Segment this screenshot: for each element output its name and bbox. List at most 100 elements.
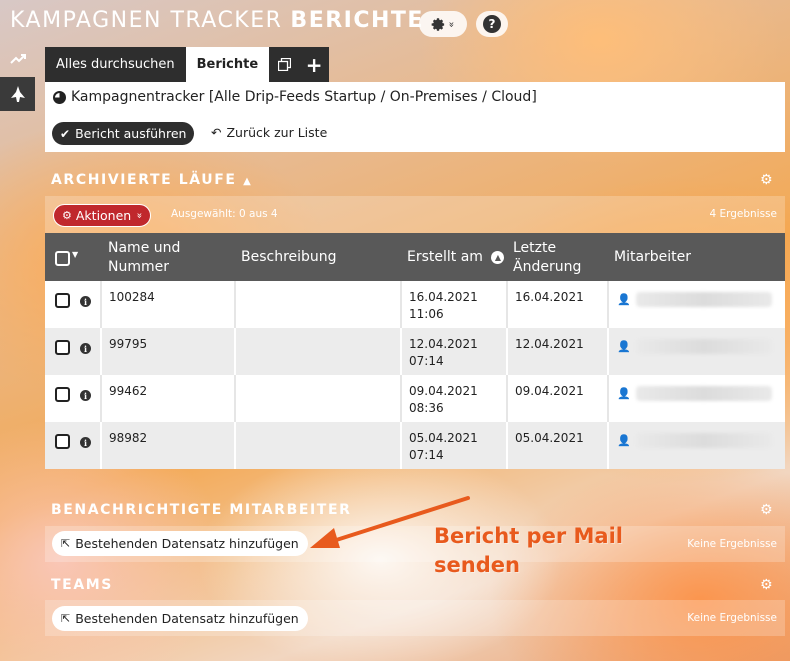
table-row[interactable]: i 99795 12.04.2021 07:14 12.04.2021 👤 bbox=[45, 328, 785, 375]
run-report-button[interactable]: ✔ Bericht ausführen bbox=[52, 122, 195, 145]
report-panel: Kampagnentracker [Alle Drip-Feeds Startu… bbox=[45, 82, 785, 152]
settings-menu-button[interactable]: » bbox=[419, 11, 467, 37]
column-header-modified[interactable]: Letzte Änderung bbox=[513, 239, 603, 277]
cell-employee: 👤 bbox=[607, 375, 785, 422]
tab-search-all[interactable]: Alles durchsuchen bbox=[45, 47, 186, 82]
cell-modified: 05.04.2021 bbox=[506, 422, 607, 469]
info-icon[interactable]: i bbox=[80, 437, 91, 448]
chevron-down-icon: » bbox=[446, 20, 457, 28]
column-header-employee[interactable]: Mitarbeiter bbox=[614, 248, 691, 267]
back-arrow-icon: ↶ bbox=[211, 125, 222, 140]
cell-created: 12.04.2021 07:14 bbox=[400, 328, 506, 375]
person-icon: 👤 bbox=[617, 387, 631, 400]
row-checkbox[interactable] bbox=[55, 340, 70, 355]
cell-number[interactable]: 99462 bbox=[100, 375, 234, 422]
sidebar-item-trend[interactable] bbox=[0, 42, 35, 76]
notified-settings-icon[interactable]: ⚙ bbox=[760, 502, 773, 518]
cell-modified: 09.04.2021 bbox=[506, 375, 607, 422]
external-link-icon: ⇱ bbox=[61, 612, 71, 625]
created-time: 07:14 bbox=[409, 448, 444, 462]
row-checkbox[interactable] bbox=[55, 293, 70, 308]
cell-created: 09.04.2021 08:36 bbox=[400, 375, 506, 422]
archived-runs-title[interactable]: ARCHIVIERTE LÄUFE ▲ bbox=[51, 172, 252, 188]
back-to-list-link[interactable]: ↶ Zurück zur Liste bbox=[211, 125, 327, 140]
column-header-name[interactable]: Name und Nummer bbox=[108, 239, 228, 277]
column-header-description[interactable]: Beschreibung bbox=[241, 248, 337, 267]
cell-created: 16.04.2021 11:06 bbox=[400, 281, 506, 328]
trend-icon bbox=[9, 54, 26, 64]
annotation-text: Bericht per Mail senden bbox=[434, 522, 623, 580]
add-existing-record-label: Bestehenden Datensatz hinzufügen bbox=[75, 536, 299, 551]
cell-number[interactable]: 99795 bbox=[100, 328, 234, 375]
table-header: ▼ Name und Nummer Beschreibung Erstellt … bbox=[45, 233, 785, 281]
teams-toolbar: ⇱ Bestehenden Datensatz hinzufügen Keine… bbox=[45, 600, 785, 636]
teams-settings-icon[interactable]: ⚙ bbox=[760, 577, 773, 593]
cell-description bbox=[234, 328, 400, 375]
redacted-employee-name bbox=[636, 386, 772, 401]
cell-employee: 👤 bbox=[607, 328, 785, 375]
archived-runs-title-text: ARCHIVIERTE LÄUFE bbox=[51, 172, 237, 188]
info-icon[interactable]: i bbox=[80, 343, 91, 354]
cell-employee: 👤 bbox=[607, 422, 785, 469]
teams-title[interactable]: TEAMS bbox=[51, 577, 113, 593]
tab-bar: Alles durchsuchen Berichte + bbox=[45, 47, 330, 82]
report-title-text: Kampagnentracker [Alle Drip-Feeds Startu… bbox=[71, 89, 537, 105]
add-existing-record-button[interactable]: ⇱ Bestehenden Datensatz hinzufügen bbox=[52, 531, 308, 556]
gear-icon: ⚙ bbox=[62, 209, 72, 222]
archived-runs-table: ▼ Name und Nummer Beschreibung Erstellt … bbox=[45, 233, 785, 469]
created-date: 16.04.2021 bbox=[409, 290, 478, 304]
cell-description bbox=[234, 422, 400, 469]
table-row[interactable]: i 98982 05.04.2021 07:14 05.04.2021 👤 bbox=[45, 422, 785, 469]
actions-label: Aktionen bbox=[75, 208, 132, 223]
check-icon: ✔ bbox=[60, 126, 71, 141]
rocket-icon bbox=[10, 86, 25, 102]
notified-results-count: Keine Ergebnisse bbox=[687, 538, 777, 550]
select-menu-caret-icon[interactable]: ▼ bbox=[72, 250, 78, 259]
select-all-checkbox[interactable] bbox=[55, 251, 70, 266]
created-date: 12.04.2021 bbox=[409, 337, 478, 351]
archived-toolbar: ⚙ Aktionen » Ausgewählt: 0 aus 4 4 Ergeb… bbox=[45, 196, 785, 233]
table-row[interactable]: i 100284 16.04.2021 11:06 16.04.2021 👤 bbox=[45, 281, 785, 328]
sidebar-item-rocket[interactable] bbox=[0, 77, 35, 111]
redacted-employee-name bbox=[636, 292, 772, 307]
actions-button[interactable]: ⚙ Aktionen » bbox=[53, 204, 152, 227]
row-checkbox[interactable] bbox=[55, 387, 70, 402]
sort-ascending-icon: ▲ bbox=[491, 250, 505, 264]
teams-results-count: Keine Ergebnisse bbox=[687, 612, 777, 624]
archived-settings-icon[interactable]: ⚙ bbox=[760, 172, 773, 188]
app-title-bold: BERICHTE bbox=[290, 8, 424, 33]
add-existing-team-button[interactable]: ⇱ Bestehenden Datensatz hinzufügen bbox=[52, 606, 308, 631]
cell-number[interactable]: 100284 bbox=[100, 281, 234, 328]
app-title: KAMPAGNEN TRACKER BERICHTE bbox=[10, 8, 424, 33]
redacted-employee-name bbox=[636, 433, 772, 448]
created-date: 05.04.2021 bbox=[409, 431, 478, 445]
redacted-employee-name bbox=[636, 339, 772, 354]
run-report-label: Bericht ausführen bbox=[75, 126, 187, 141]
cell-number[interactable]: 98982 bbox=[100, 422, 234, 469]
column-header-created-label: Erstellt am bbox=[407, 249, 483, 265]
help-button[interactable]: ? bbox=[476, 11, 508, 37]
created-time: 08:36 bbox=[409, 401, 444, 415]
plus-icon: + bbox=[305, 52, 323, 77]
add-tab-button[interactable]: + bbox=[299, 47, 330, 82]
cell-created: 05.04.2021 07:14 bbox=[400, 422, 506, 469]
cell-description bbox=[234, 375, 400, 422]
add-existing-team-label: Bestehenden Datensatz hinzufügen bbox=[75, 611, 299, 626]
archived-results-count: 4 Ergebnisse bbox=[709, 208, 777, 220]
person-icon: 👤 bbox=[617, 434, 631, 447]
row-checkbox[interactable] bbox=[55, 434, 70, 449]
person-icon: 👤 bbox=[617, 293, 631, 306]
help-icon: ? bbox=[483, 15, 501, 33]
copy-icon bbox=[277, 58, 291, 71]
created-date: 09.04.2021 bbox=[409, 384, 478, 398]
info-icon[interactable]: i bbox=[80, 296, 91, 307]
new-window-tab-button[interactable] bbox=[269, 47, 300, 82]
table-row[interactable]: i 99462 09.04.2021 08:36 09.04.2021 👤 bbox=[45, 375, 785, 422]
annotation-line-1: Bericht per Mail bbox=[434, 524, 623, 548]
info-icon[interactable]: i bbox=[80, 390, 91, 401]
column-header-created[interactable]: Erstellt am ▲ bbox=[407, 248, 505, 267]
tab-reports[interactable]: Berichte bbox=[185, 47, 270, 82]
person-icon: 👤 bbox=[617, 340, 631, 353]
cell-description bbox=[234, 281, 400, 328]
double-chevron-down-icon: » bbox=[133, 212, 145, 219]
